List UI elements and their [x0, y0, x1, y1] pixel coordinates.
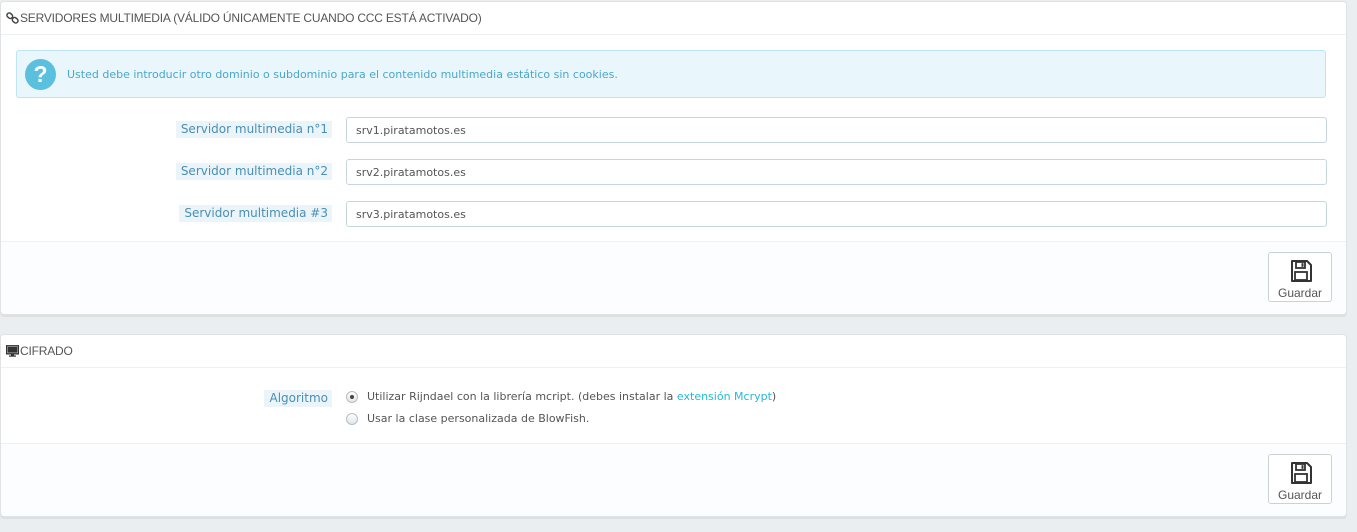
- save-button-label: Guardar: [1277, 488, 1323, 502]
- save-button[interactable]: Guardar: [1268, 454, 1332, 504]
- info-alert: ? Usted debe introducir otro dominio o s…: [16, 50, 1326, 98]
- media-server-1-label: Servidor multimedia n°1: [175, 121, 332, 138]
- panel-title: SERVIDORES MULTIMEDIA (VÁLIDO ÚNICAMENTE…: [20, 11, 482, 25]
- media-server-3-input[interactable]: [346, 201, 1327, 227]
- panel-footer: Guardar: [1, 443, 1346, 516]
- panel-heading: CIFRADO: [1, 335, 1346, 368]
- question-circle-icon: ?: [25, 59, 56, 90]
- media-servers-panel: SERVIDORES MULTIMEDIA (VÁLIDO ÚNICAMENTE…: [0, 1, 1347, 315]
- cipher-panel: CIFRADO Algoritmo Utilizar Rijndael con …: [0, 334, 1347, 517]
- floppy-disk-icon: [1291, 462, 1312, 484]
- link-icon: [6, 12, 19, 24]
- panel-footer: Guardar: [1, 241, 1346, 314]
- alert-text: Usted debe introducir otro dominio o sub…: [67, 68, 618, 81]
- radio-blowfish[interactable]: [346, 413, 358, 425]
- panel-heading: SERVIDORES MULTIMEDIA (VÁLIDO ÚNICAMENTE…: [1, 2, 1346, 35]
- media-server-2-label: Servidor multimedia n°2: [175, 163, 332, 180]
- mcrypt-extension-link[interactable]: extensión Mcrypt: [677, 390, 772, 403]
- save-button[interactable]: Guardar: [1268, 252, 1332, 302]
- floppy-disk-icon: [1291, 260, 1312, 282]
- monitor-icon: [6, 345, 19, 357]
- radio-rijndael-label: Utilizar Rijndael con la librería mcript…: [367, 390, 777, 403]
- radio-blowfish-label: Usar la clase personalizada de BlowFish.: [367, 412, 590, 425]
- panel-title: CIFRADO: [20, 344, 73, 358]
- media-server-3-label: Servidor multimedia #3: [179, 205, 332, 222]
- algorithm-label: Algoritmo: [264, 390, 332, 407]
- radio-rijndael[interactable]: [346, 391, 358, 403]
- save-button-label: Guardar: [1277, 286, 1323, 300]
- media-server-1-input[interactable]: [346, 117, 1327, 143]
- media-server-2-input[interactable]: [346, 159, 1327, 185]
